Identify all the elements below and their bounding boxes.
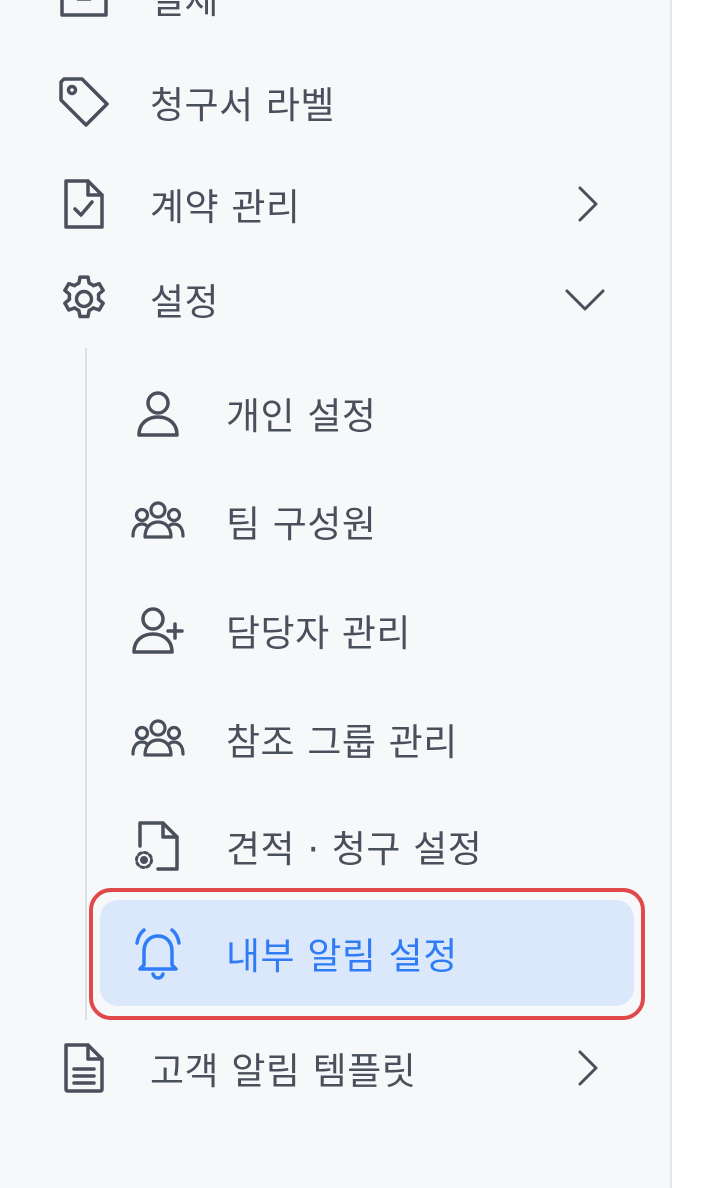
sidebar-item-invoice-label[interactable]: 청구서 라벨 (0, 57, 670, 147)
main-content-edge (672, 0, 720, 1188)
file-settings-icon (130, 818, 186, 874)
sidebar-item-label: 결제 (150, 0, 220, 22)
bell-icon (130, 925, 186, 981)
gear-icon (56, 271, 112, 327)
inbox-icon (56, 0, 112, 25)
sidebar-item-label: 청구서 라벨 (150, 84, 335, 127)
sidebar-nav: 결제 청구서 라벨 계약 관리 설정 개인 설정 팀 구성원 담당자 관리 참조… (0, 0, 670, 1188)
sidebar-item-quote-billing-settings[interactable]: 견적 · 청구 설정 (0, 801, 670, 891)
sidebar-item-label: 고객 알림 템플릿 (150, 1050, 417, 1093)
tag-icon (56, 74, 112, 130)
sidebar-item-personal-settings[interactable]: 개인 설정 (0, 368, 670, 458)
sidebar-item-label: 담당자 관리 (226, 612, 411, 655)
file-check-icon (56, 176, 112, 232)
chevron-right-icon[interactable] (560, 179, 610, 229)
users-icon (130, 711, 186, 767)
sidebar-item-customer-notification-template[interactable]: 고객 알림 템플릿 (0, 1023, 670, 1113)
user-plus-icon (130, 602, 186, 658)
sidebar-item-contract-management[interactable]: 계약 관리 (0, 159, 670, 249)
sidebar-item-label: 참조 그룹 관리 (226, 721, 458, 764)
sidebar-item-team-members[interactable]: 팀 구성원 (0, 476, 670, 566)
sidebar-item-label: 계약 관리 (150, 186, 301, 229)
sidebar-item-label: 견적 · 청구 설정 (226, 828, 483, 871)
sidebar-item-label: 팀 구성원 (226, 503, 377, 546)
file-text-icon (56, 1040, 112, 1096)
sidebar-item-internal-notification-settings[interactable]: 내부 알림 설정 (0, 908, 670, 998)
chevron-right-icon[interactable] (560, 1043, 610, 1093)
sidebar-item-partial-top[interactable]: 결제 (0, 0, 670, 42)
sidebar-item-label: 개인 설정 (226, 395, 377, 438)
chevron-down-icon[interactable] (560, 274, 610, 324)
sidebar-item-settings[interactable]: 설정 (0, 254, 670, 344)
user-icon (130, 385, 186, 441)
sidebar-item-assignee-management[interactable]: 담당자 관리 (0, 585, 670, 675)
sidebar-item-label: 내부 알림 설정 (226, 935, 458, 978)
sidebar-item-reference-group-management[interactable]: 참조 그룹 관리 (0, 694, 670, 784)
users-icon (130, 493, 186, 549)
sidebar-item-label: 설정 (150, 281, 220, 324)
